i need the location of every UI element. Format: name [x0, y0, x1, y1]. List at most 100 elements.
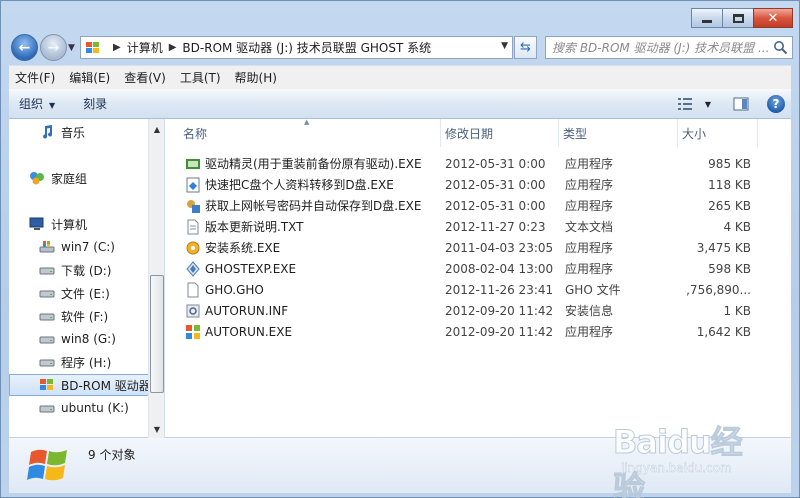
- nav-item-label: BD-ROM 驱动器: [61, 378, 149, 393]
- windows-logo-icon: [27, 449, 67, 481]
- command-bar: 组织 ▼ 刻录 ▼ ?: [9, 89, 791, 119]
- column-type[interactable]: 类型: [559, 119, 678, 147]
- column-date-label: 修改日期: [445, 126, 494, 141]
- nav-item-homegroup[interactable]: 家庭组: [9, 167, 149, 189]
- nav-item-drive-h[interactable]: 程序 (H:): [9, 351, 149, 373]
- file-type: 文本文档: [565, 220, 614, 234]
- breadcrumb-drive[interactable]: BD-ROM 驱动器 (J:) 技术员联盟 GHOST 系统: [182, 39, 431, 56]
- file-size: 1 KB: [723, 303, 751, 318]
- file-name: 快速把C盘个人资料转移到D盘.EXE: [205, 178, 394, 192]
- file-name-cell[interactable]: 安装系统.EXE: [185, 237, 435, 258]
- menu-tools[interactable]: 工具(T): [180, 69, 221, 86]
- file-name-cell[interactable]: AUTORUN.EXE: [185, 321, 435, 342]
- view-options-icon[interactable]: [677, 97, 693, 111]
- file-row[interactable]: AUTORUN.EXE 2012-09-20 11:42 应用程序 1,642 KB: [165, 321, 791, 342]
- scrollbar-thumb[interactable]: [150, 275, 164, 393]
- file-row[interactable]: 安装系统.EXE 2011-04-03 23:05 应用程序 3,475 KB: [165, 237, 791, 258]
- content-area: 音乐 家庭组 计算机 win7 (C:) 下载 (D:) 文件 (E:) 软件 …: [9, 118, 791, 438]
- nav-item-drive-k[interactable]: ubuntu (K:): [9, 397, 149, 419]
- file-row[interactable]: 版本更新说明.TXT 2012-11-27 0:23 文本文档 4 KB: [165, 216, 791, 237]
- nav-item-label: 计算机: [51, 217, 88, 232]
- menu-bar: 文件(F) 编辑(E) 查看(V) 工具(T) 帮助(H): [9, 65, 791, 89]
- nav-item-drive-d[interactable]: 下载 (D:): [9, 259, 149, 281]
- file-type: 应用程序: [565, 241, 614, 255]
- scroll-up-icon[interactable]: ▲: [149, 121, 164, 137]
- nav-item-bd-rom[interactable]: BD-ROM 驱动器: [9, 374, 149, 396]
- preview-pane-icon[interactable]: [733, 97, 749, 111]
- file-row[interactable]: 驱动精灵(用于重装前备份原有驱动).EXE 2012-05-31 0:00 应用程序…: [165, 153, 791, 174]
- navigation-scrollbar[interactable]: ▲ ▼: [148, 119, 164, 438]
- column-name[interactable]: 名称: [165, 119, 441, 147]
- file-name-cell[interactable]: 版本更新说明.TXT: [185, 216, 435, 237]
- burn-button[interactable]: 刻录: [83, 95, 107, 112]
- organize-label: 组织: [19, 97, 44, 111]
- drive-icon: [39, 267, 55, 275]
- search-input[interactable]: 搜索 BD-ROM 驱动器 (J:) 技术员联盟 ...: [545, 36, 793, 59]
- driver-app-icon: [185, 156, 205, 172]
- music-icon: [43, 125, 53, 139]
- nav-item-computer[interactable]: 计算机: [9, 213, 149, 235]
- file-type: GHO 文件: [565, 283, 621, 297]
- scroll-down-icon[interactable]: ▼: [149, 421, 164, 437]
- file-row[interactable]: AUTORUN.INF 2012-09-20 11:42 安装信息 1 KB: [165, 300, 791, 321]
- file-name-cell[interactable]: 获取上网帐号密码并自动保存到D盘.EXE: [185, 195, 435, 216]
- file-row[interactable]: GHO.GHO 2012-11-26 23:41 GHO 文件 3,756,890..…: [165, 279, 791, 300]
- transfer-app-icon: [185, 177, 205, 193]
- breadcrumb-computer[interactable]: 计算机: [127, 39, 163, 56]
- column-date[interactable]: 修改日期: [441, 119, 559, 147]
- menu-edit[interactable]: 编辑(E): [69, 69, 110, 86]
- nav-item-label: 家庭组: [51, 171, 88, 186]
- file-date: 2012-09-20 11:42: [445, 303, 554, 318]
- drive-icon: [39, 313, 55, 321]
- file-name-cell[interactable]: AUTORUN.INF: [185, 300, 435, 321]
- file-size: 4 KB: [723, 219, 751, 234]
- minimize-button[interactable]: [691, 8, 723, 28]
- file-type: 安装信息: [565, 304, 614, 318]
- view-controls: ▼ ?: [677, 89, 791, 119]
- nav-item-drive-f[interactable]: 软件 (F:): [9, 305, 149, 327]
- nav-item-drive-g[interactable]: win8 (G:): [9, 328, 149, 350]
- file-date: 2008-02-04 13:00: [445, 261, 554, 276]
- caption-buttons: ✕: [691, 8, 793, 28]
- menu-help[interactable]: 帮助(H): [235, 69, 277, 86]
- file-date: 2012-11-27 0:23: [445, 219, 546, 234]
- breadcrumb-separator-icon[interactable]: ▶: [169, 42, 177, 53]
- view-dropdown-icon[interactable]: ▼: [705, 100, 711, 109]
- organize-button[interactable]: 组织 ▼: [19, 95, 55, 112]
- refresh-icon: ⇆: [520, 40, 531, 55]
- menu-view[interactable]: 查看(V): [124, 69, 166, 86]
- file-name: AUTORUN.INF: [205, 303, 289, 318]
- drive-icon: [39, 290, 55, 298]
- file-size: 265 KB: [708, 198, 751, 213]
- cdrom-icon: [40, 379, 53, 390]
- file-name-cell[interactable]: 快速把C盘个人资料转移到D盘.EXE: [185, 174, 435, 195]
- nav-item-music[interactable]: 音乐: [9, 121, 149, 143]
- file-name: 驱动精灵(用于重装前备份原有驱动).EXE: [205, 157, 422, 171]
- file-row[interactable]: 快速把C盘个人资料转移到D盘.EXE 2012-05-31 0:00 应用程序 118…: [165, 174, 791, 195]
- maximize-button[interactable]: [722, 8, 754, 28]
- file-row[interactable]: GHOSTEXP.EXE 2008-02-04 13:00 应用程序 598 KB: [165, 258, 791, 279]
- close-button[interactable]: ✕: [753, 8, 793, 28]
- file-row[interactable]: 获取上网帐号密码并自动保存到D盘.EXE 2012-05-31 0:00 应用程序 2…: [165, 195, 791, 216]
- file-name-cell[interactable]: GHO.GHO: [185, 279, 435, 300]
- close-icon: ✕: [767, 10, 779, 26]
- forward-button[interactable]: →: [40, 34, 67, 61]
- text-file-icon: [185, 219, 205, 235]
- address-bar[interactable]: ▶ 计算机 ▶ BD-ROM 驱动器 (J:) 技术员联盟 GHOST 系统 ▼: [80, 36, 513, 59]
- column-size[interactable]: 大小: [678, 119, 758, 147]
- column-name-label: 名称: [183, 126, 208, 141]
- file-size: 3,756,890...: [685, 282, 751, 297]
- nav-item-drive-e[interactable]: 文件 (E:): [9, 282, 149, 304]
- menu-file[interactable]: 文件(F): [15, 69, 55, 86]
- nav-item-drive-c[interactable]: win7 (C:): [9, 236, 149, 258]
- help-button[interactable]: ?: [767, 95, 785, 113]
- refresh-button[interactable]: ⇆: [514, 36, 537, 59]
- back-button[interactable]: ←: [11, 34, 38, 61]
- breadcrumb-separator-icon[interactable]: ▶: [113, 42, 121, 53]
- file-name-cell[interactable]: 驱动精灵(用于重装前备份原有驱动).EXE: [185, 153, 435, 174]
- nav-item-label: 下载 (D:): [61, 263, 112, 278]
- file-date: 2011-04-03 23:05: [445, 240, 554, 255]
- file-name-cell[interactable]: GHOSTEXP.EXE: [185, 258, 435, 279]
- recent-pages-chevron-icon[interactable]: ▼: [68, 43, 75, 53]
- address-dropdown-icon[interactable]: ▼: [501, 41, 508, 51]
